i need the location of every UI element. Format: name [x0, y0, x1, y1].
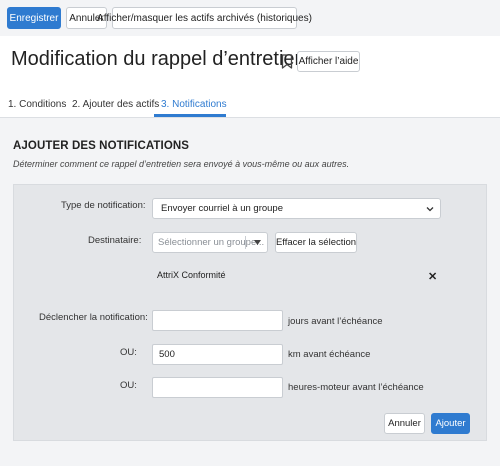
engine-hours-before-input[interactable] — [152, 377, 283, 398]
km-before-suffix: km avant échéance — [288, 349, 371, 360]
help-button[interactable]: Afficher l’aide — [297, 51, 360, 72]
section-description: Déterminer comment ce rappel d’entretien… — [13, 159, 350, 169]
section-title: AJOUTER DES NOTIFICATIONS — [13, 140, 190, 152]
days-before-suffix: jours avant l’échéance — [288, 316, 383, 327]
clear-selection-button[interactable]: Effacer la sélection — [275, 232, 357, 253]
notification-type-select[interactable]: Envoyer courriel à un groupe — [152, 198, 441, 219]
save-button[interactable]: Enregistrer — [7, 7, 61, 29]
page-title: Modification du rappel d’entretien — [11, 48, 306, 70]
toggle-archived-assets-button[interactable]: Afficher/masquer les actifs archivés (hi… — [97, 7, 312, 29]
recipient-label: Destinataire: — [88, 235, 142, 246]
or-label-hours: OU: — [120, 380, 137, 391]
or-label-km: OU: — [120, 347, 137, 358]
notification-type-value: Envoyer courriel à un groupe — [161, 203, 283, 214]
bookmark-icon[interactable] — [281, 54, 293, 69]
active-tab-indicator — [154, 114, 226, 117]
tab-notifications[interactable]: 3. Notifications — [161, 99, 227, 110]
chevron-down-icon — [426, 207, 434, 212]
add-notification-button[interactable]: Ajouter — [431, 413, 470, 434]
recipient-select[interactable]: Sélectionner un groupe... — [152, 232, 268, 253]
caret-down-icon — [254, 240, 261, 245]
notification-type-label: Type de notification: — [61, 200, 146, 211]
tab-conditions[interactable]: 1. Conditions — [8, 99, 66, 110]
select-divider — [245, 236, 246, 249]
engine-hours-before-suffix: heures-moteur avant l’échéance — [288, 382, 424, 393]
tab-add-assets[interactable]: 2. Ajouter des actifs — [72, 99, 159, 110]
selected-recipient: AttriX Conformité — [157, 270, 226, 280]
km-before-input[interactable]: 500 — [152, 344, 283, 365]
form-cancel-button[interactable]: Annuler — [384, 413, 425, 434]
days-before-input[interactable] — [152, 310, 283, 331]
trigger-notification-label: Déclencher la notification: — [39, 312, 148, 323]
remove-recipient-icon[interactable]: ✕ — [428, 270, 437, 283]
recipient-placeholder: Sélectionner un groupe... — [158, 237, 265, 248]
